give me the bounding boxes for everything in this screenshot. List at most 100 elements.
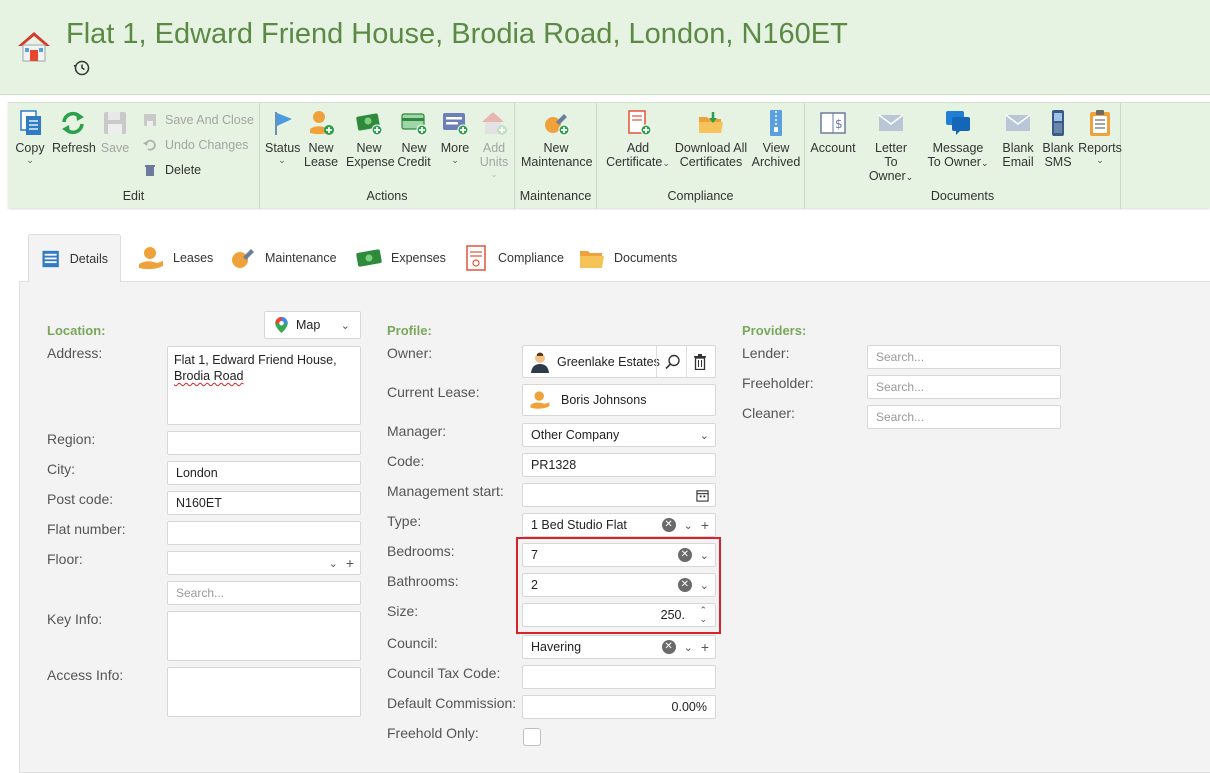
envelope-icon <box>878 114 904 131</box>
council-tax-field[interactable] <box>522 665 716 689</box>
freehold-only-label: Freehold Only: <box>387 725 479 741</box>
freeholder-search-input[interactable]: Search... <box>867 375 1061 399</box>
clear-icon[interactable]: ✕ <box>661 518 676 532</box>
tab-compliance[interactable]: Compliance <box>450 234 576 282</box>
tab-maintenance[interactable]: Maintenance <box>217 234 349 282</box>
view-archived-button[interactable]: View Archived <box>751 109 801 169</box>
council-select[interactable]: Havering ✕ ⌄ + <box>522 635 716 659</box>
manager-select[interactable]: Other Company ⌄ <box>522 423 716 447</box>
credit-card-icon <box>401 113 428 136</box>
address-label: Address: <box>47 345 103 361</box>
current-lease-field[interactable]: Boris Johnsons <box>522 384 716 416</box>
default-commission-label: Default Commission: <box>387 695 517 711</box>
undo-icon <box>143 139 156 151</box>
delete-button[interactable]: Delete <box>143 163 201 177</box>
chevron-down-icon: ⌄ <box>905 172 914 182</box>
freehold-only-checkbox[interactable] <box>523 728 541 746</box>
tab-expenses[interactable]: Expenses <box>343 234 458 282</box>
group-label-actions: Actions <box>366 189 408 203</box>
account-button[interactable]: $ Account <box>809 109 857 155</box>
add-type-button[interactable]: + <box>701 517 709 533</box>
bathrooms-label: Bathrooms: <box>387 573 459 589</box>
person-avatar-icon <box>531 352 549 373</box>
default-commission-field[interactable]: 0.00% <box>522 695 716 719</box>
lender-search-input[interactable]: Search... <box>867 345 1061 369</box>
chevron-down-icon[interactable]: ⌄ <box>329 557 338 570</box>
letter-to-owner-button[interactable]: Letter To Owner⌄ <box>861 109 921 184</box>
history-icon[interactable] <box>72 58 92 78</box>
council-tax-label: Council Tax Code: <box>387 665 501 681</box>
ribbon-group-compliance: Add Certificate⌄ Download All Certificat… <box>597 103 805 209</box>
tab-documents[interactable]: Documents <box>566 234 689 282</box>
type-select[interactable]: 1 Bed Studio Flat ✕ ⌄ + <box>522 513 716 537</box>
city-field[interactable]: London <box>167 461 361 485</box>
chevron-down-icon[interactable]: ⌄ <box>684 641 693 654</box>
blank-sms-button[interactable]: Blank SMS <box>1041 109 1075 169</box>
new-expense-button[interactable]: New Expense <box>346 109 395 169</box>
key-info-textarea[interactable] <box>167 611 361 661</box>
flat-number-field[interactable] <box>167 521 361 545</box>
copy-button[interactable]: Copy ⌄ <box>14 109 46 165</box>
management-start-label: Management start: <box>387 483 504 499</box>
map-button[interactable]: Map ⌄ <box>264 311 361 339</box>
search-icon[interactable] <box>665 354 681 370</box>
chevron-down-icon[interactable]: ⌄ <box>684 519 693 532</box>
more-button[interactable]: More ⌄ <box>438 109 472 165</box>
new-credit-button[interactable]: New Credit <box>396 109 432 169</box>
new-maintenance-button[interactable]: New Maintenance <box>521 109 593 169</box>
code-field[interactable]: PR1328 <box>522 453 716 477</box>
home-icon <box>18 32 50 62</box>
postcode-field[interactable]: N160ET <box>167 491 361 515</box>
tab-leases[interactable]: Leases <box>125 234 225 282</box>
mobile-phone-icon <box>1052 110 1064 136</box>
floor-select[interactable]: ⌄ + <box>167 551 361 575</box>
floor-search-input[interactable]: Search... <box>167 581 361 605</box>
refresh-icon <box>62 111 84 135</box>
group-label-edit: Edit <box>122 189 145 203</box>
location-section-title: Location: <box>47 323 106 338</box>
region-field[interactable] <box>167 431 361 455</box>
calendar-icon[interactable] <box>696 489 709 502</box>
add-council-button[interactable]: + <box>701 639 709 655</box>
account-ledger-icon: $ <box>820 112 846 134</box>
type-label: Type: <box>387 513 422 529</box>
email-icon <box>1005 114 1031 131</box>
download-all-certificates-button[interactable]: Download All Certificates <box>673 109 749 169</box>
current-lease-label: Current Lease: <box>387 384 480 400</box>
refresh-button[interactable]: Refresh <box>52 109 96 155</box>
save-and-close-button[interactable]: Save And Close <box>143 113 254 127</box>
page-title: Flat 1, Edward Friend House, Brodia Road… <box>66 18 848 50</box>
money-icon <box>356 249 382 267</box>
tab-details[interactable]: Details <box>28 234 121 282</box>
chat-bubble-icon <box>946 111 970 135</box>
new-lease-button[interactable]: New Lease <box>304 109 338 169</box>
access-info-textarea[interactable] <box>167 667 361 717</box>
blank-email-button[interactable]: Blank Email <box>1001 109 1035 169</box>
clear-icon[interactable]: ✕ <box>661 640 676 654</box>
lease-hand-icon <box>310 111 334 135</box>
save-button[interactable]: Save <box>99 109 131 155</box>
chevron-down-icon[interactable]: ⌄ <box>700 429 709 442</box>
message-to-owner-button[interactable]: Message To Owner⌄ <box>925 109 991 170</box>
clipboard-report-icon <box>1090 110 1110 136</box>
trash-icon[interactable] <box>693 354 707 370</box>
add-units-button[interactable]: Add Units ⌄ <box>477 109 511 179</box>
owner-field[interactable]: Greenlake Estates <box>522 345 716 378</box>
page-header: Flat 1, Edward Friend House, Brodia Road… <box>0 0 1210 95</box>
postcode-label: Post code: <box>47 491 114 507</box>
chevron-down-icon: ⌄ <box>1096 155 1104 165</box>
add-certificate-button[interactable]: Add Certificate⌄ <box>605 109 671 169</box>
ribbon-toolbar: Copy ⌄ Refresh Save Save And Close Undo … <box>8 102 1210 209</box>
chevron-down-icon: ⌄ <box>278 155 286 165</box>
copy-icon <box>20 110 41 135</box>
profile-section-title: Profile: <box>387 323 432 338</box>
details-list-icon <box>42 250 59 267</box>
reports-button[interactable]: Reports ⌄ <box>1077 109 1123 165</box>
cleaner-search-input[interactable]: Search... <box>867 405 1061 429</box>
add-floor-button[interactable]: + <box>346 555 354 571</box>
svg-text:$: $ <box>835 117 843 131</box>
address-textarea[interactable]: Flat 1, Edward Friend House, Brodia Road <box>167 346 361 425</box>
status-button[interactable]: Status ⌄ <box>265 109 300 165</box>
management-start-date-field[interactable] <box>522 483 716 507</box>
undo-changes-button[interactable]: Undo Changes <box>143 138 248 152</box>
